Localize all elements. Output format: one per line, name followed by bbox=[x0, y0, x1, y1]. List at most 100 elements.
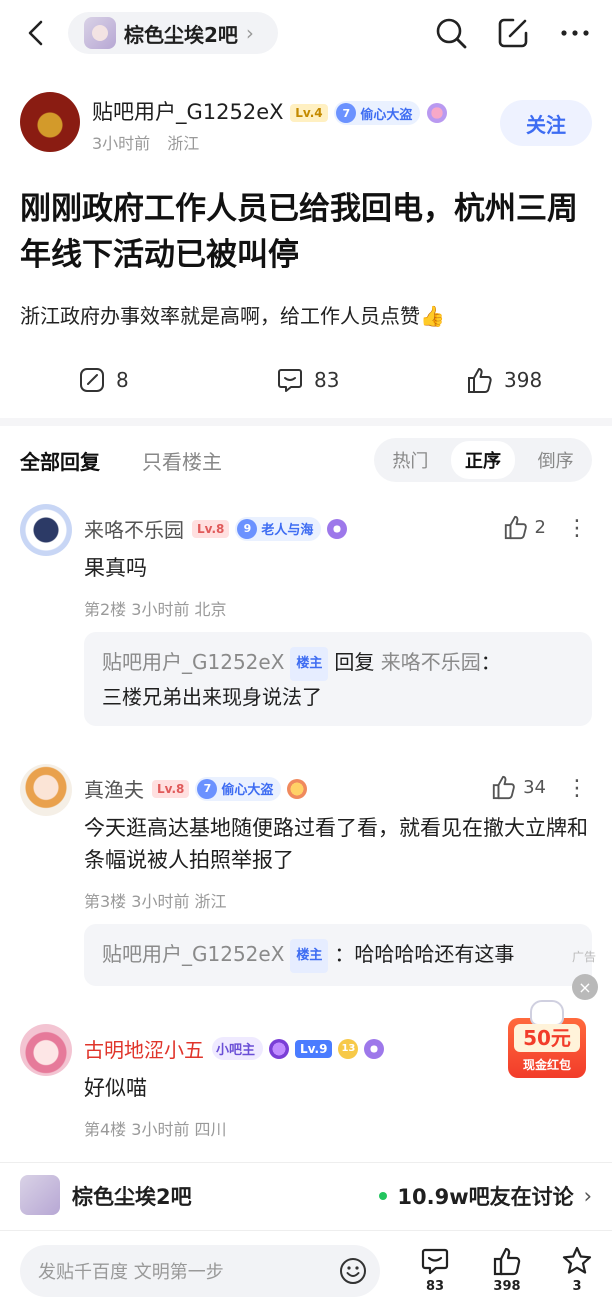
share-edit-icon bbox=[80, 368, 104, 392]
commenter-name[interactable]: 真渔夫 bbox=[84, 774, 144, 803]
chevron-right-icon: › bbox=[245, 21, 254, 45]
reply-tabs: 全部回复 只看楼主 热门 正序 倒序 bbox=[0, 436, 612, 482]
forum-banner[interactable]: 棕色尘埃2吧 10.9w吧友在讨论 › bbox=[0, 1162, 612, 1228]
online-dot-icon bbox=[379, 1192, 388, 1200]
title-badge: 7 偷心大盗 bbox=[334, 101, 421, 125]
sub-reply[interactable]: 贴吧用户_G1252eX 楼主 ：哈哈哈哈还有这事 bbox=[84, 924, 592, 986]
title-badge-number: 7 bbox=[197, 778, 218, 799]
medal-icon bbox=[364, 1038, 385, 1059]
red-packet-ad[interactable]: 50元 现金红包 bbox=[506, 1000, 588, 1080]
share-count: 8 bbox=[116, 368, 129, 392]
commenter-line: 真渔夫 Lv.8 7 偷心大盗 bbox=[84, 774, 308, 803]
reply-placeholder: 发贴千百度 文明第一步 bbox=[38, 1262, 224, 1283]
commenter-avatar[interactable] bbox=[20, 504, 72, 556]
like-count: 398 bbox=[504, 368, 543, 392]
commenter-avatar[interactable] bbox=[20, 764, 72, 816]
online-text: 10.9w吧友在讨论 bbox=[397, 1185, 574, 1209]
like-action[interactable]: 398 bbox=[466, 366, 542, 394]
ad-label: 广告 bbox=[572, 950, 597, 964]
author-name-line: 贴吧用户_G1252eX Lv.4 7 偷心大盗 bbox=[92, 96, 448, 126]
title-badge-number: 7 bbox=[336, 103, 357, 123]
sub-reply-word: 回复 bbox=[334, 650, 375, 674]
commenter-name[interactable]: 古明地涩小五 bbox=[84, 1034, 204, 1063]
sort-hot[interactable]: 热门 bbox=[378, 441, 442, 479]
mascot-icon bbox=[530, 1000, 564, 1026]
comment-action[interactable]: 83 bbox=[276, 366, 339, 394]
more-vertical-icon[interactable]: ⋮ bbox=[566, 776, 588, 801]
title-badge-number: 9 bbox=[237, 518, 258, 539]
tab-op-only[interactable]: 只看楼主 bbox=[142, 446, 222, 475]
comment-icon bbox=[421, 1248, 449, 1275]
crown-icon bbox=[269, 1038, 290, 1059]
post-time: 3小时前 bbox=[92, 134, 151, 153]
ad-close-icon[interactable]: × bbox=[572, 974, 598, 1000]
sort-descending[interactable]: 倒序 bbox=[524, 441, 588, 479]
comment-like[interactable]: 34 bbox=[491, 774, 546, 800]
search-icon[interactable] bbox=[434, 16, 468, 50]
share-action[interactable]: 8 bbox=[78, 366, 129, 394]
sub-reply-text: ：哈哈哈哈还有这事 bbox=[334, 942, 515, 966]
sub-reply[interactable]: 贴吧用户_G1252eX 楼主 回复 来咯不乐园： 三楼兄弟出来现身说法了 bbox=[84, 632, 592, 726]
reply-input[interactable]: 发贴千百度 文明第一步 bbox=[20, 1245, 380, 1297]
bottom-star-count: 3 bbox=[572, 1279, 582, 1294]
medal-icon bbox=[427, 103, 448, 123]
tab-all-replies[interactable]: 全部回复 bbox=[20, 446, 100, 475]
comment-like-count: 34 bbox=[523, 776, 546, 798]
commenter-line: 古明地涩小五 小吧主 Lv.9 13 bbox=[84, 1034, 385, 1063]
title-badge: 9 老人与海 bbox=[235, 516, 322, 541]
post-location: 浙江 bbox=[167, 134, 200, 153]
follow-button[interactable]: 关注 bbox=[500, 100, 592, 146]
comment-like[interactable]: 2 bbox=[503, 514, 546, 540]
red-packet-label: 现金红包 bbox=[522, 1058, 571, 1072]
emoji-icon[interactable] bbox=[338, 1256, 368, 1286]
sub-reply-target[interactable]: 来咯不乐园 bbox=[381, 650, 481, 674]
commenter-line: 来咯不乐园 Lv.8 9 老人与海 bbox=[84, 514, 348, 543]
thumbs-up-icon bbox=[468, 368, 492, 393]
level-badge: Lv.4 bbox=[290, 104, 328, 122]
comment-icon bbox=[278, 369, 302, 392]
back-icon[interactable] bbox=[22, 18, 52, 48]
bottom-comment-count: 83 bbox=[425, 1279, 445, 1294]
moderator-badge: 小吧主 bbox=[212, 1037, 264, 1060]
title-badge-label: 偷心大盗 bbox=[360, 107, 413, 123]
sub-reply-user[interactable]: 贴吧用户_G1252eX bbox=[102, 942, 284, 966]
star-icon bbox=[562, 1246, 592, 1274]
bottom-bar: 发贴千百度 文明第一步 83 398 3 bbox=[0, 1230, 612, 1310]
edit-share-icon[interactable] bbox=[496, 16, 530, 50]
bottom-like-button[interactable]: 398 bbox=[484, 1245, 530, 1294]
red-packet-amount: 50元 bbox=[514, 1024, 580, 1052]
bottom-comment-button[interactable]: 83 bbox=[412, 1245, 458, 1294]
level-badge: Lv.9 bbox=[295, 1039, 333, 1058]
online-count: 10.9w吧友在讨论 › bbox=[379, 1181, 592, 1211]
title-badge-label: 偷心大盗 bbox=[221, 783, 274, 798]
comment-like-count: 2 bbox=[534, 516, 546, 538]
commenter-name[interactable]: 来咯不乐园 bbox=[84, 514, 184, 543]
level-badge: Lv.8 bbox=[192, 519, 230, 538]
author-name[interactable]: 贴吧用户_G1252eX bbox=[92, 100, 284, 124]
forum-pill[interactable]: 棕色尘埃2吧 › bbox=[68, 12, 278, 54]
sort-ascending[interactable]: 正序 bbox=[450, 441, 515, 479]
bottom-star-button[interactable]: 3 bbox=[554, 1245, 600, 1294]
comment-count: 83 bbox=[314, 368, 340, 392]
sub-reply-user[interactable]: 贴吧用户_G1252eX bbox=[102, 650, 284, 674]
more-vertical-icon[interactable]: ⋮ bbox=[566, 516, 588, 541]
thumbs-up-icon bbox=[493, 1247, 521, 1276]
sub-reply-colon: ： bbox=[480, 650, 501, 674]
medal-number: 13 bbox=[338, 1038, 359, 1059]
title-badge: 7 偷心大盗 bbox=[195, 776, 282, 801]
title-badge-label: 老人与海 bbox=[261, 523, 314, 538]
post-body: 浙江政府办事效率就是高啊，给工作人员点赞👍 bbox=[20, 304, 445, 328]
comment-meta: 第2楼 3小时前 北京 bbox=[84, 600, 227, 619]
section-divider bbox=[0, 418, 612, 426]
more-icon[interactable] bbox=[558, 16, 592, 50]
level-badge: Lv.8 bbox=[152, 779, 190, 798]
commenter-avatar[interactable] bbox=[20, 1024, 72, 1076]
sort-toggle: 热门 正序 倒序 bbox=[374, 438, 592, 482]
op-badge: 楼主 bbox=[290, 646, 329, 681]
author-avatar[interactable] bbox=[20, 92, 80, 152]
forum-banner-name: 棕色尘埃2吧 bbox=[72, 1185, 192, 1209]
forum-avatar bbox=[84, 17, 116, 49]
medal-icon bbox=[327, 518, 348, 539]
op-badge: 楼主 bbox=[290, 938, 329, 973]
thumbs-up-icon bbox=[504, 515, 527, 540]
